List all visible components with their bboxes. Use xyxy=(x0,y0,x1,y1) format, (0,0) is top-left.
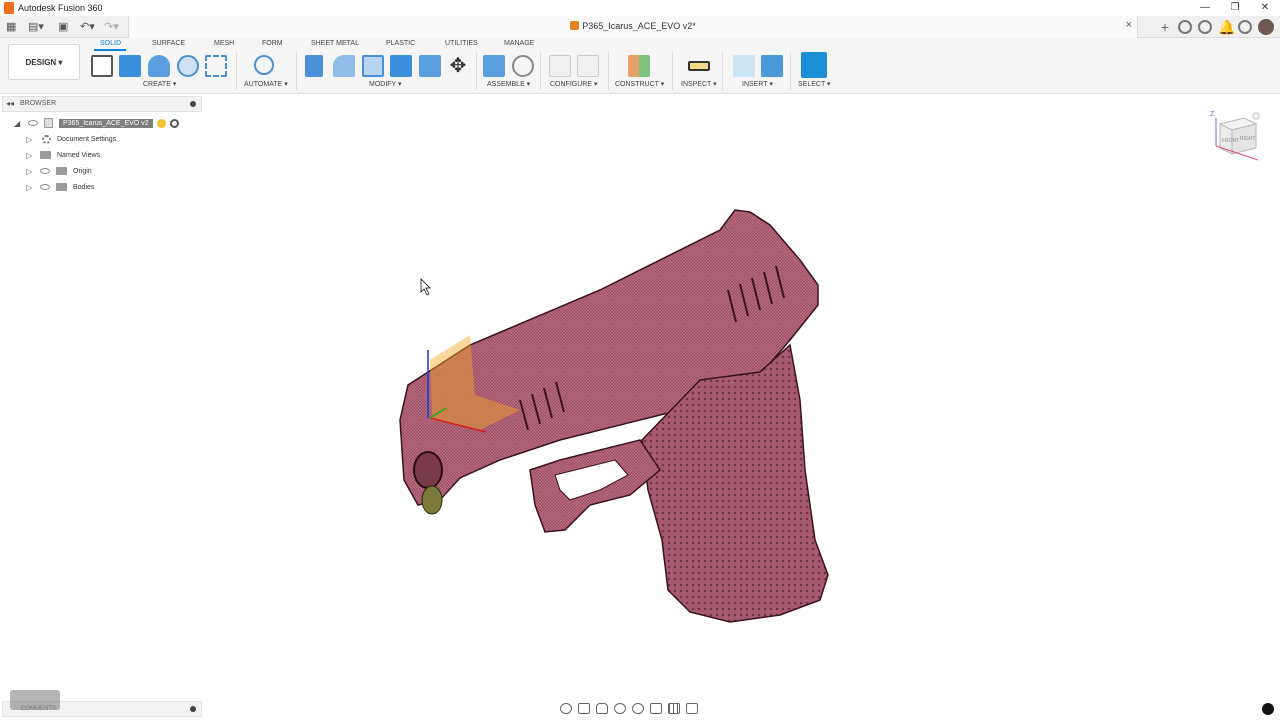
pin-icon[interactable] xyxy=(190,706,196,712)
display-settings-icon[interactable] xyxy=(650,702,662,714)
feedback-icon[interactable] xyxy=(1262,703,1274,715)
viewcube-axis-label: Z xyxy=(1210,111,1215,118)
pan-icon[interactable] xyxy=(596,702,608,714)
navigation-bar xyxy=(560,700,720,716)
model-muzzle[interactable] xyxy=(413,451,443,489)
mouse-cursor-icon xyxy=(420,278,431,296)
orbit-icon[interactable] xyxy=(560,702,572,714)
viewports-icon[interactable] xyxy=(686,702,698,714)
home-view-icon[interactable] xyxy=(1252,112,1260,120)
viewcube[interactable]: FRONT RIGHT Z xyxy=(1210,108,1262,164)
model-rail-part[interactable] xyxy=(421,485,443,515)
look-at-icon[interactable] xyxy=(578,702,590,714)
recording-overlay[interactable] xyxy=(10,690,60,710)
viewcube-right-label[interactable]: RIGHT xyxy=(1240,136,1256,142)
zoom-icon[interactable] xyxy=(614,702,626,714)
grid-icon[interactable] xyxy=(668,702,680,714)
viewcube-front-label[interactable]: FRONT xyxy=(1222,138,1239,144)
fit-icon[interactable] xyxy=(632,702,644,714)
canvas-viewport[interactable] xyxy=(0,0,1280,720)
